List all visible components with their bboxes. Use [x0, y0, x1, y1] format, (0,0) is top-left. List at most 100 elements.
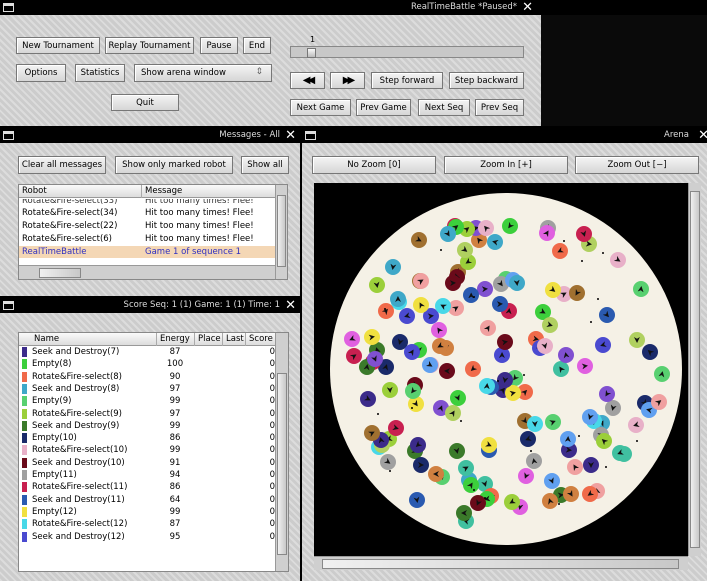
robot[interactable] — [477, 280, 494, 297]
robot[interactable] — [385, 259, 402, 276]
arena-titlebar[interactable]: Arena ✕ — [302, 128, 707, 143]
table-row[interactable]: Seek and Destroy(11) 64 0 — [19, 494, 275, 506]
list-item[interactable]: Rotate&Fire-select(33) Hit too many time… — [19, 199, 275, 207]
step-backward-button[interactable]: Step backward — [449, 72, 524, 89]
robot[interactable] — [462, 476, 479, 493]
time-slider[interactable] — [290, 46, 524, 58]
table-row[interactable]: Seek and Destroy(8) 97 0 — [19, 383, 275, 395]
prev-seq-button[interactable]: Prev Seq — [475, 99, 524, 116]
arena-hscroll[interactable] — [314, 556, 688, 570]
table-row[interactable]: Empty(10) 86 0 — [19, 432, 275, 444]
robot[interactable] — [632, 280, 649, 297]
robot[interactable] — [598, 306, 615, 323]
robot[interactable] — [562, 485, 579, 502]
messages-titlebar[interactable]: Messages - All ✕ — [0, 128, 300, 143]
list-item[interactable]: Rotate&Fire-select(34) Hit too many time… — [19, 207, 275, 219]
robot[interactable] — [463, 287, 480, 304]
close-icon[interactable]: ✕ — [522, 0, 533, 15]
no-zoom-button[interactable]: No Zoom [0] — [312, 156, 436, 174]
robot[interactable] — [611, 445, 628, 462]
table-row[interactable]: Seek and Destroy(10) 91 0 — [19, 457, 275, 469]
robot[interactable] — [387, 420, 404, 437]
scroll-thumb[interactable] — [322, 559, 679, 569]
table-row[interactable]: Empty(8) 100 0 — [19, 358, 275, 370]
robot[interactable] — [542, 317, 559, 333]
robot[interactable] — [628, 417, 645, 434]
robot[interactable] — [581, 486, 598, 503]
robot[interactable] — [398, 308, 415, 325]
score-vscroll[interactable] — [275, 333, 288, 571]
robot[interactable] — [650, 393, 667, 410]
robot[interactable] — [552, 243, 568, 260]
scroll-thumb[interactable] — [277, 373, 287, 555]
main-titlebar[interactable]: RealTimeBattle *Paused* ✕ — [0, 0, 707, 15]
window-menu-icon[interactable] — [3, 301, 14, 310]
table-row[interactable]: Empty(11) 94 0 — [19, 469, 275, 481]
robot[interactable] — [456, 504, 473, 521]
table-row[interactable]: Rotate&Fire-select(9) 97 0 — [19, 408, 275, 420]
list-item[interactable]: Rotate&Fire-select(22) Hit too many time… — [19, 220, 275, 232]
robot[interactable] — [380, 453, 397, 470]
table-row[interactable]: Rotate&Fire-select(10) 99 0 — [19, 444, 275, 456]
quit-button[interactable]: Quit — [111, 94, 179, 111]
robot[interactable] — [456, 241, 473, 258]
column-robot[interactable]: Robot — [19, 185, 142, 198]
clear-all-messages-button[interactable]: Clear all messages — [18, 156, 106, 174]
show-only-marked-robot-button[interactable]: Show only marked robot — [115, 156, 233, 174]
replay-tournament-button[interactable]: Replay Tournament — [105, 37, 194, 54]
window-menu-icon[interactable] — [305, 131, 316, 140]
table-row[interactable]: Seek and Destroy(9) 99 0 — [19, 420, 275, 432]
robot[interactable] — [604, 399, 621, 416]
list-item-highlighted[interactable]: RealTimeBattle Game 1 of sequence 1 — [19, 246, 275, 258]
robot[interactable] — [381, 381, 398, 398]
robot[interactable] — [438, 362, 455, 379]
messages-list[interactable]: Robot Message Rotate&Fire-select(33) Hit… — [18, 184, 288, 280]
column-message[interactable]: Message — [142, 185, 277, 198]
robot[interactable] — [610, 251, 627, 268]
score-titlebar[interactable]: Score Seq: 1 (1) Game: 1 (1) Time: 1 ✕ — [0, 298, 300, 313]
robot[interactable] — [487, 233, 504, 250]
scroll-thumb[interactable] — [39, 268, 81, 278]
column-name[interactable]: Name — [31, 333, 157, 346]
options-button[interactable]: Options — [16, 64, 66, 82]
list-item[interactable]: Rotate&Fire-select(6) Hit too many times… — [19, 233, 275, 245]
robot[interactable] — [378, 302, 394, 319]
robot[interactable] — [558, 346, 575, 363]
robot[interactable] — [409, 491, 426, 508]
robot[interactable] — [526, 453, 543, 470]
robot[interactable] — [445, 275, 462, 292]
robot[interactable] — [368, 277, 385, 294]
robot[interactable] — [496, 333, 513, 350]
messages-vscroll[interactable] — [275, 185, 287, 279]
window-menu-icon[interactable] — [3, 131, 14, 140]
close-icon[interactable]: ✕ — [285, 128, 296, 143]
robot[interactable] — [344, 331, 361, 348]
robot[interactable] — [409, 436, 426, 453]
robot[interactable] — [503, 493, 520, 510]
robot[interactable] — [543, 473, 560, 490]
robot[interactable] — [366, 350, 383, 367]
column-energy[interactable]: Energy — [157, 333, 195, 346]
window-menu-icon[interactable] — [3, 3, 14, 12]
next-game-button[interactable]: Next Game — [290, 99, 351, 116]
robot[interactable] — [449, 442, 466, 459]
robot[interactable] — [501, 217, 518, 234]
robot[interactable] — [430, 322, 447, 339]
show-all-button[interactable]: Show all — [241, 156, 289, 174]
robot[interactable] — [538, 224, 555, 241]
robot[interactable] — [575, 226, 592, 243]
close-icon[interactable]: ✕ — [698, 128, 707, 143]
robot[interactable] — [629, 332, 646, 349]
table-row[interactable]: Rotate&Fire-select(12) 87 0 — [19, 518, 275, 530]
zoom-out-button[interactable]: Zoom Out [−] — [575, 156, 699, 174]
table-row[interactable]: Empty(9) 99 0 — [19, 395, 275, 407]
robot[interactable] — [642, 343, 659, 360]
robot[interactable] — [360, 391, 377, 408]
robot[interactable] — [413, 273, 430, 290]
robot[interactable] — [583, 457, 600, 474]
new-tournament-button[interactable]: New Tournament — [16, 37, 100, 54]
robot[interactable] — [465, 361, 482, 378]
robot[interactable] — [553, 360, 570, 377]
robot[interactable] — [566, 458, 583, 475]
column-score[interactable]: Score — [246, 333, 277, 346]
